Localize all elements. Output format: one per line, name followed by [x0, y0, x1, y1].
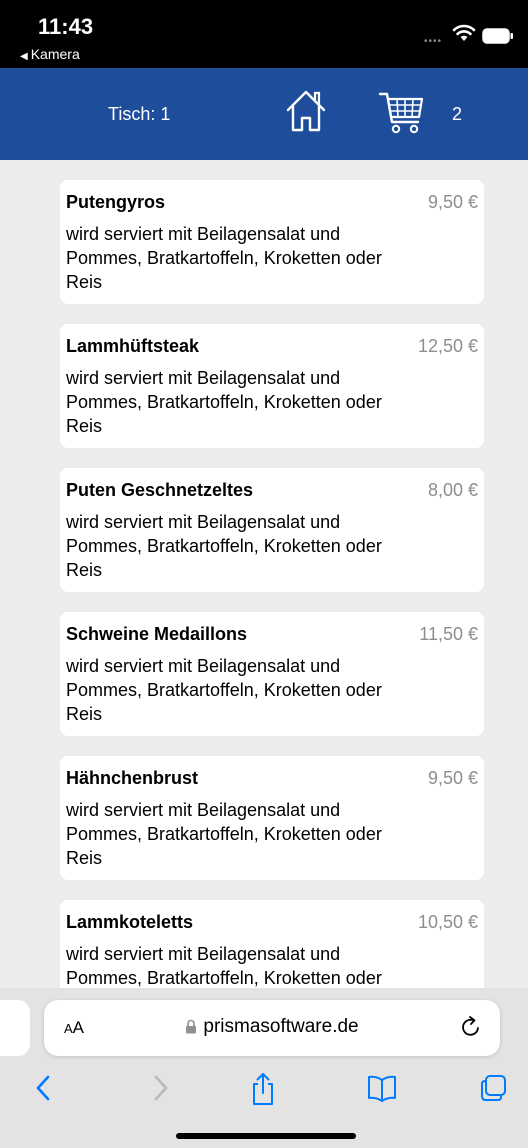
menu-item[interactable]: Lammhüftsteak 12,50 € wird serviert mit … [60, 324, 484, 448]
back-to-app-link[interactable]: ◀ Kamera [20, 46, 80, 62]
item-name: Hähnchenbrust [66, 768, 199, 788]
item-description: wird serviert mit Beilagensalat und Pomm… [66, 800, 382, 868]
item-price: 12,50 € [417, 336, 478, 356]
item-name: Putengyros [66, 192, 166, 212]
item-name: Lammkoteletts [66, 912, 194, 932]
menu-item[interactable]: Hähnchenbrust 9,50 € wird serviert mit B… [60, 756, 484, 880]
share-icon[interactable] [248, 1072, 278, 1106]
menu-item[interactable]: Puten Geschnetzeltes 8,00 € wird servier… [60, 468, 484, 592]
app-header: Tisch: 1 2 [0, 68, 528, 160]
status-time: 11:43 [38, 14, 94, 39]
battery-icon [482, 28, 513, 44]
menu-item[interactable]: Schweine Medaillons 11,50 € wird servier… [60, 612, 484, 736]
lock-icon [186, 1019, 197, 1034]
item-description: wird serviert mit Beilagensalat und Pomm… [66, 656, 382, 724]
status-bar: 11:43 ◀ Kamera •••• [0, 0, 528, 68]
home-icon[interactable] [282, 86, 330, 134]
item-price: 8,00 € [427, 480, 478, 500]
cellular-signal-icon: •••• [424, 36, 443, 47]
url-display[interactable]: prismasoftware.de [44, 1016, 500, 1038]
cart-icon[interactable] [378, 90, 426, 136]
item-description: wird serviert mit Beilagensalat und Pomm… [66, 224, 382, 292]
url-text: prismasoftware.de [203, 1016, 359, 1037]
wifi-icon [452, 24, 476, 41]
left-triangle-icon: ◀ [20, 51, 28, 62]
forward-chevron-icon[interactable] [148, 1072, 172, 1104]
item-price: 11,50 € [419, 624, 478, 644]
previous-tab-preview[interactable] [0, 1000, 30, 1056]
item-name: Schweine Medaillons [66, 624, 248, 644]
back-app-label: Kamera [30, 46, 80, 62]
cart-item-count[interactable]: 2 [452, 104, 462, 125]
item-description: wird serviert mit Beilagensalat und Pomm… [66, 368, 382, 436]
reload-icon[interactable] [458, 1014, 484, 1040]
item-price: 9,50 € [427, 192, 478, 212]
tabs-icon[interactable] [478, 1072, 510, 1104]
table-number: Tisch: 1 [108, 104, 171, 124]
item-description: wird serviert mit Beilagensalat und Pomm… [66, 944, 382, 988]
item-name: Puten Geschnetzeltes [66, 480, 254, 500]
item-price: 9,50 € [427, 768, 478, 788]
menu-item[interactable]: Lammkoteletts 10,50 € wird serviert mit … [60, 900, 484, 988]
browser-bottom-bar: AA prismasoftware.de [0, 988, 528, 1148]
menu-item[interactable]: Putengyros 9,50 € wird serviert mit Beil… [60, 180, 484, 304]
bookmarks-icon[interactable] [366, 1072, 398, 1104]
item-name: Lammhüftsteak [66, 336, 200, 356]
menu-list: Putengyros 9,50 € wird serviert mit Beil… [0, 160, 528, 988]
home-indicator[interactable] [176, 1133, 356, 1139]
item-price: 10,50 € [417, 912, 478, 932]
address-bar[interactable]: AA prismasoftware.de [44, 1000, 500, 1056]
back-chevron-icon[interactable] [32, 1072, 56, 1104]
item-description: wird serviert mit Beilagensalat und Pomm… [66, 512, 382, 580]
